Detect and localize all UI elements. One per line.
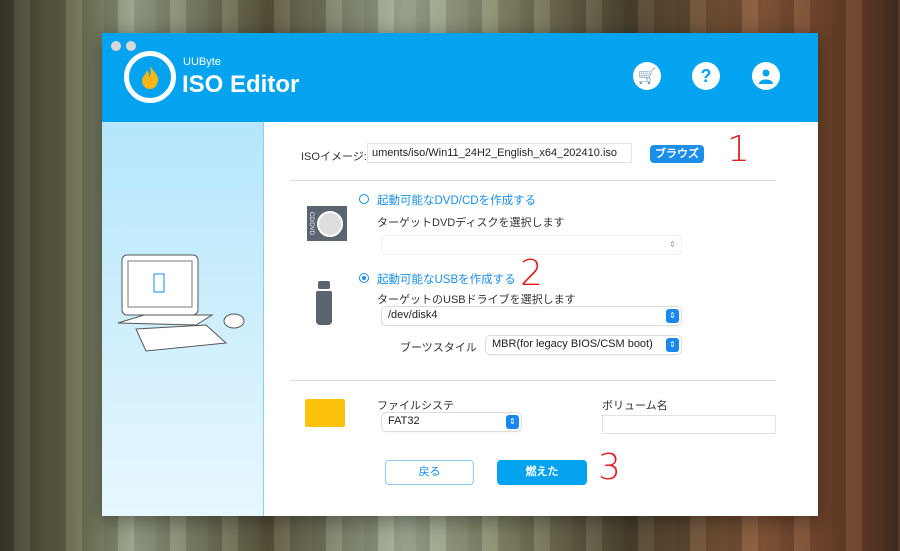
dvd-target-select[interactable]: ⇕: [382, 236, 681, 254]
back-button[interactable]: 戻る: [385, 460, 474, 485]
dvd-target-label: ターゲットDVDディスクを選択します: [377, 217, 565, 229]
usb-drive-icon: [316, 281, 332, 325]
dvd-radio[interactable]: [359, 194, 369, 204]
usb-target-select[interactable]: /dev/disk4 ⇕: [382, 307, 681, 325]
computer-illustration-icon: [117, 254, 245, 352]
boot-style-select[interactable]: MBR(for legacy BIOS/CSM boot) ⇕: [486, 336, 681, 354]
header: UUByte ISO Editor 🛒 ?: [102, 33, 818, 122]
iso-label: ISOイメージ:: [301, 151, 367, 163]
annotation-3: 3: [598, 447, 621, 488]
boot-style-label: ブーツスタイル: [400, 342, 477, 354]
cd-dvd-icon: CD/DVD: [307, 206, 347, 241]
browse-button[interactable]: ブラウズ: [650, 145, 704, 163]
divider: [290, 380, 776, 381]
logo-flame-icon: [124, 51, 176, 103]
annotation-1: 1: [727, 129, 750, 170]
burn-button[interactable]: 燃えた: [497, 460, 587, 485]
cart-icon[interactable]: 🛒: [633, 62, 661, 90]
filesystem-label: ファイルシステ: [377, 400, 454, 412]
brand-name: UUByte: [183, 56, 221, 68]
account-icon[interactable]: [752, 62, 780, 90]
usb-option-label[interactable]: 起動可能なUSBを作成する: [377, 271, 516, 287]
window-close-button[interactable]: [111, 41, 121, 51]
sidebar: [102, 122, 264, 516]
folder-icon: [305, 399, 345, 427]
help-icon[interactable]: ?: [692, 62, 720, 90]
dvd-option-label[interactable]: 起動可能なDVD/CDを作成する: [377, 192, 536, 208]
usb-target-label: ターゲットのUSBドライブを選択します: [377, 294, 576, 306]
usb-radio[interactable]: [359, 273, 369, 283]
app-window: UUByte ISO Editor 🛒 ? ISOイメージ: uments/is…: [102, 33, 818, 516]
window-minimize-button[interactable]: [126, 41, 136, 51]
volume-label: ボリューム名: [602, 400, 668, 412]
app-title: ISO Editor: [182, 71, 300, 98]
filesystem-select[interactable]: FAT32 ⇕: [382, 413, 521, 431]
iso-path-input[interactable]: uments/iso/Win11_24H2_English_x64_202410…: [367, 143, 632, 163]
annotation-2: 2: [520, 253, 543, 294]
divider: [290, 180, 776, 181]
volume-name-input[interactable]: [602, 415, 776, 434]
